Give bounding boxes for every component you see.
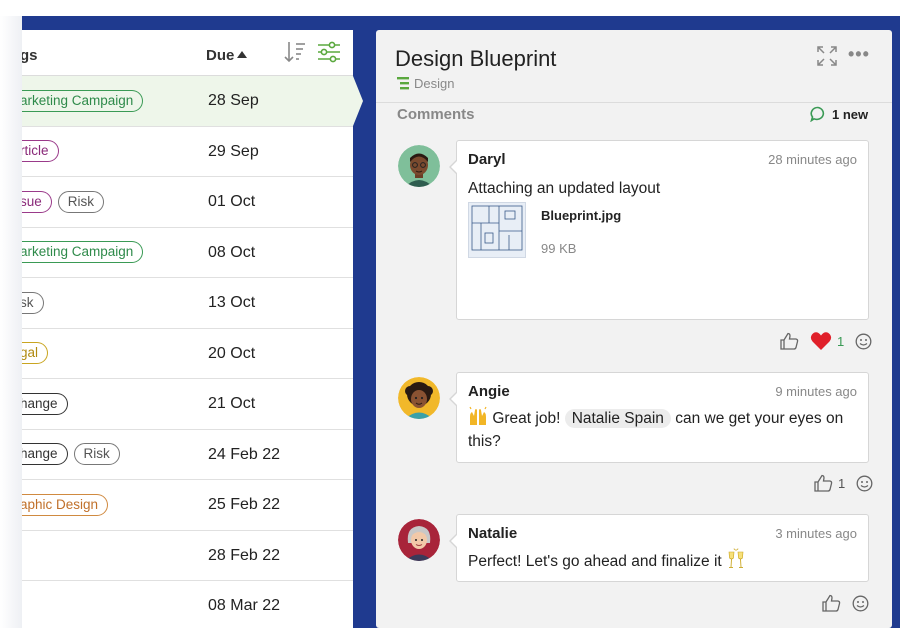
due-date: 25 Feb 22 (208, 496, 281, 513)
attachment-thumbnail[interactable] (468, 202, 526, 258)
tag-group: aphic Design (22, 480, 109, 530)
comment-author[interactable]: Natalie (468, 525, 517, 542)
background-edge (0, 16, 22, 628)
thumbs-up-icon[interactable] (822, 594, 841, 612)
selection-pointer (353, 76, 363, 126)
task-rows: arketing Campaign 28 Sep rticle 29 Sep sue Ri… (22, 76, 353, 628)
avatar-angie (398, 377, 440, 419)
new-comments-badge[interactable]: 1 new (810, 106, 868, 122)
task-row[interactable]: hange Risk 24 Feb 22 (22, 429, 353, 480)
add-reaction-icon[interactable] (852, 595, 869, 612)
column-header-due[interactable]: Due (206, 47, 248, 64)
tag-pill[interactable]: arketing Campaign (22, 89, 144, 112)
task-row[interactable]: 08 Mar 22 (22, 581, 353, 628)
avatar-natalie (398, 519, 440, 561)
like-count: 1 (838, 475, 846, 491)
tag-group: hange Risk (22, 430, 120, 480)
more-options-icon[interactable]: ••• (848, 44, 870, 65)
tag-group: rticle (22, 127, 59, 177)
comment-text: Great job! Natalie Spain can we get your… (468, 406, 863, 453)
task-row[interactable]: rticle 29 Sep (22, 126, 353, 177)
comment-card: Natalie 3 minutes ago Perfect! Let's go … (449, 514, 869, 582)
thumbs-up-icon[interactable] (780, 332, 799, 350)
comment-text: Perfect! Let's go ahead and finalize it (468, 548, 863, 573)
due-date: 21 Oct (208, 395, 256, 412)
divider (376, 102, 892, 103)
category-label[interactable]: Design (397, 76, 454, 91)
reactions-bar (822, 594, 869, 612)
user-mention[interactable]: Natalie Spain (564, 409, 671, 428)
reactions-bar: 1 (814, 474, 873, 492)
task-row[interactable]: sk 13 Oct (22, 278, 353, 329)
due-date: 29 Sep (208, 142, 259, 160)
comment-time: 3 minutes ago (775, 526, 857, 541)
tag-group: sue Risk (22, 177, 105, 227)
tag-group: arketing Campaign (22, 228, 144, 278)
heart-icon[interactable] (810, 331, 832, 351)
attachment-name[interactable]: Blueprint.jpg (541, 208, 621, 223)
task-row[interactable]: gal 20 Oct (22, 328, 353, 379)
comment-card: Daryl 28 minutes ago Attaching an update… (449, 140, 869, 320)
list-icon (397, 77, 409, 90)
category-text: Design (414, 76, 455, 91)
task-row[interactable]: arketing Campaign 28 Sep (22, 76, 353, 127)
tag-pill[interactable]: hange (22, 392, 68, 415)
tag-pill[interactable]: aphic Design (22, 493, 109, 516)
tag-group: gal (22, 329, 49, 379)
column-header-tags[interactable]: gs (22, 47, 38, 64)
due-date: 28 Feb 22 (208, 546, 281, 564)
tag-pill[interactable]: Risk (57, 190, 105, 213)
expand-icon[interactable] (817, 46, 837, 71)
heart-count: 1 (837, 333, 845, 349)
comment-text: Attaching an updated layout (468, 180, 661, 197)
sort-icon[interactable] (284, 40, 306, 69)
tag-pill[interactable]: sk (22, 291, 44, 314)
tag-group: sk (22, 278, 44, 328)
tag-pill[interactable]: Risk (73, 443, 120, 466)
tag-pill[interactable]: hange (22, 443, 68, 466)
tag-pill[interactable]: arketing Campaign (22, 241, 144, 264)
task-row[interactable]: 28 Feb 22 (22, 530, 353, 581)
task-row[interactable]: aphic Design 25 Feb 22 (22, 480, 353, 531)
tag-group: arketing Campaign (22, 76, 144, 126)
new-count: 1 new (832, 106, 869, 122)
task-row[interactable]: sue Risk 01 Oct (22, 177, 353, 228)
list-header: gs Due (22, 30, 353, 76)
task-row[interactable]: arketing Campaign 08 Oct (22, 227, 353, 278)
avatar-daryl (398, 145, 440, 187)
comment-time: 9 minutes ago (775, 384, 857, 399)
champagne-emoji (728, 548, 744, 568)
add-reaction-icon[interactable] (855, 333, 872, 350)
reactions-bar: 1 (780, 331, 872, 351)
tag-pill[interactable]: rticle (22, 140, 59, 163)
due-date: 28 Sep (208, 92, 259, 109)
filter-settings-icon[interactable] (317, 40, 341, 69)
due-date: 08 Oct (208, 243, 256, 261)
due-date: 01 Oct (208, 193, 256, 210)
comment-time: 28 minutes ago (768, 152, 857, 167)
tag-pill[interactable]: sue (22, 190, 52, 213)
add-reaction-icon[interactable] (856, 475, 873, 492)
detail-title: Design Blueprint (395, 46, 557, 71)
speech-bubble-icon (810, 106, 825, 122)
task-list-panel: gs Due arketing Campaign 28 Sep rticle 29 S… (22, 30, 353, 628)
task-row[interactable]: hange 21 Oct (22, 379, 353, 430)
due-date: 20 Oct (208, 344, 256, 362)
sort-ascending-icon (237, 51, 248, 58)
attachment-size: 99 KB (541, 241, 577, 256)
detail-panel: Design Blueprint Design ••• Comments 1 n… (376, 30, 892, 628)
raised-hands-emoji (469, 406, 487, 425)
tag-group: hange (22, 379, 68, 429)
comment-author[interactable]: Angie (468, 383, 510, 400)
thumbs-up-icon[interactable] (814, 474, 833, 492)
due-date: 24 Feb 22 (208, 445, 281, 463)
due-date: 13 Oct (208, 294, 256, 311)
due-date: 08 Mar 22 (208, 597, 281, 614)
comments-heading: Comments (397, 106, 475, 123)
tag-pill[interactable]: gal (22, 342, 49, 365)
comment-author[interactable]: Daryl (468, 151, 506, 168)
comment-card: Angie 9 minutes ago Great job! Natalie S… (449, 372, 869, 463)
